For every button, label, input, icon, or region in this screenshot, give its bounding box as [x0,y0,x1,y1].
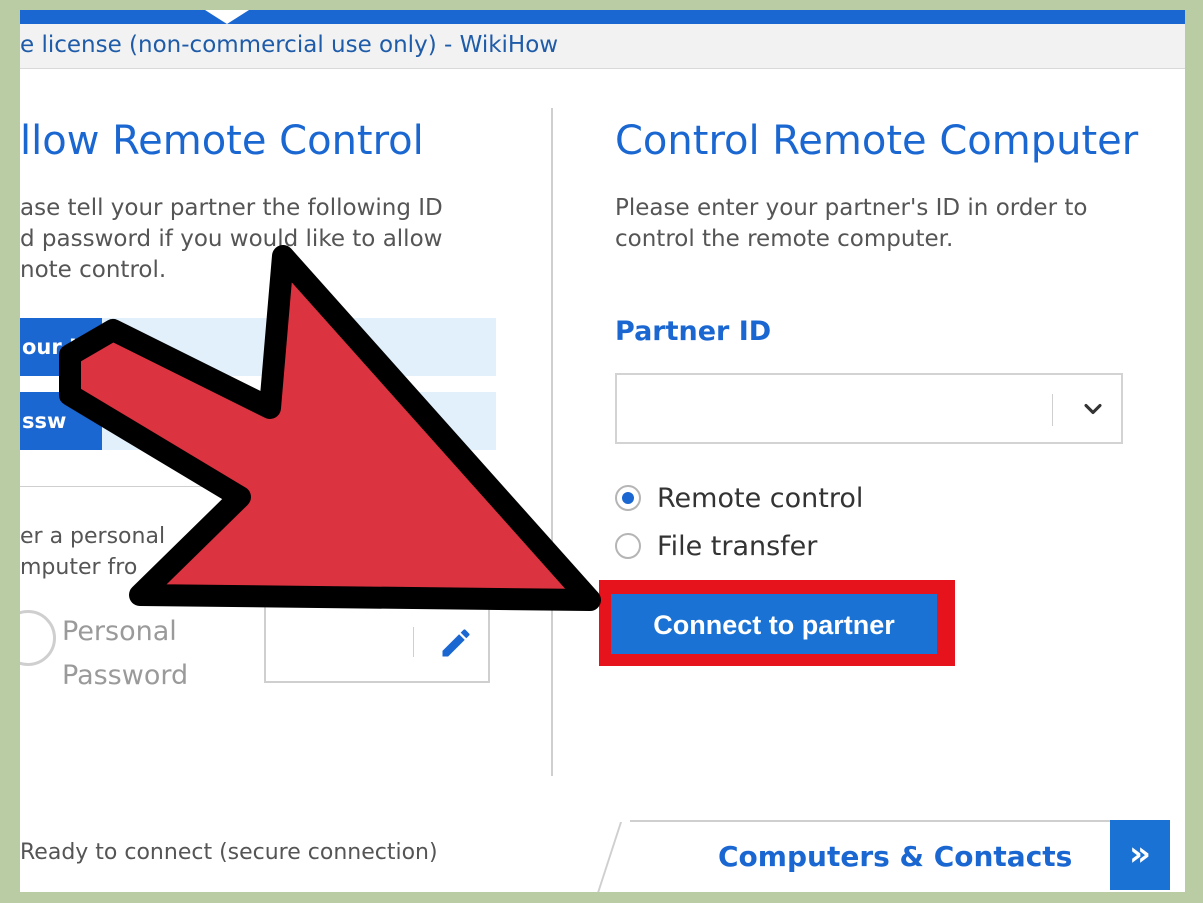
personal-password-label-text: Personal Password [62,616,189,691]
panel-separator [20,486,500,487]
partner-id-label: Partner ID [615,316,772,347]
pencil-icon[interactable] [438,625,474,661]
connect-highlight-box: Connect to partner [599,580,955,666]
window-title: e license (non-commercial use only) - Wi… [20,32,559,58]
allow-remote-heading: llow Remote Control [20,118,424,164]
personal-password-field[interactable] [264,605,490,683]
control-remote-computer-panel: Control Remote Computer Please enter you… [580,68,1180,788]
double-chevron-right-icon[interactable]: » [1110,820,1170,890]
partner-id-input[interactable] [615,373,1123,444]
your-id-row: our I [20,318,496,376]
tab-slant-edge [595,822,623,892]
remote-control-label[interactable]: Remote control [657,483,863,514]
radio-button-checked[interactable] [615,485,641,511]
window-top-bar [20,10,1185,24]
vertical-divider [551,108,553,776]
personal-password-label: Personal Password [62,610,188,698]
radio-button-unchecked[interactable] [615,533,641,559]
connect-to-partner-button[interactable]: Connect to partner [611,594,937,654]
file-transfer-label[interactable]: File transfer [657,531,817,562]
control-remote-description-text: Please enter your partner's ID in order … [615,195,1088,252]
radio-remote-control[interactable]: Remote control [615,478,863,518]
top-bar-notch [205,10,249,24]
your-id-label: our I [20,318,102,376]
dropdown-separator [1052,394,1053,426]
computers-contacts-label[interactable]: Computers & Contacts [718,840,1072,873]
status-bar: Ready to connect (secure connection) Com… [20,788,1185,892]
app-window: e license (non-commercial use only) - Wi… [20,10,1185,892]
radio-file-transfer[interactable]: File transfer [615,526,817,566]
connection-status: Ready to connect (secure connection) [20,840,438,865]
title-bar: e license (non-commercial use only) - Wi… [20,24,1185,69]
chevron-down-icon[interactable] [1079,395,1107,423]
password-label: ssw [20,392,102,450]
control-remote-heading: Control Remote Computer [615,118,1139,164]
password-row: ssw [20,392,496,450]
allow-remote-control-panel: llow Remote Control ase tell your partne… [20,68,550,788]
field-separator [413,627,414,657]
control-remote-description: Please enter your partner's ID in order … [615,193,1135,255]
lock-icon [20,610,56,666]
personal-password-description: er a personal mputer fro [20,521,165,583]
allow-remote-description-text: ase tell your partner the following ID d… [20,195,443,283]
computers-contacts-tab[interactable]: Computers & Contacts [595,820,1110,892]
allow-remote-description: ase tell your partner the following ID d… [20,193,490,286]
personal-description-text: er a personal mputer fro [20,524,166,580]
